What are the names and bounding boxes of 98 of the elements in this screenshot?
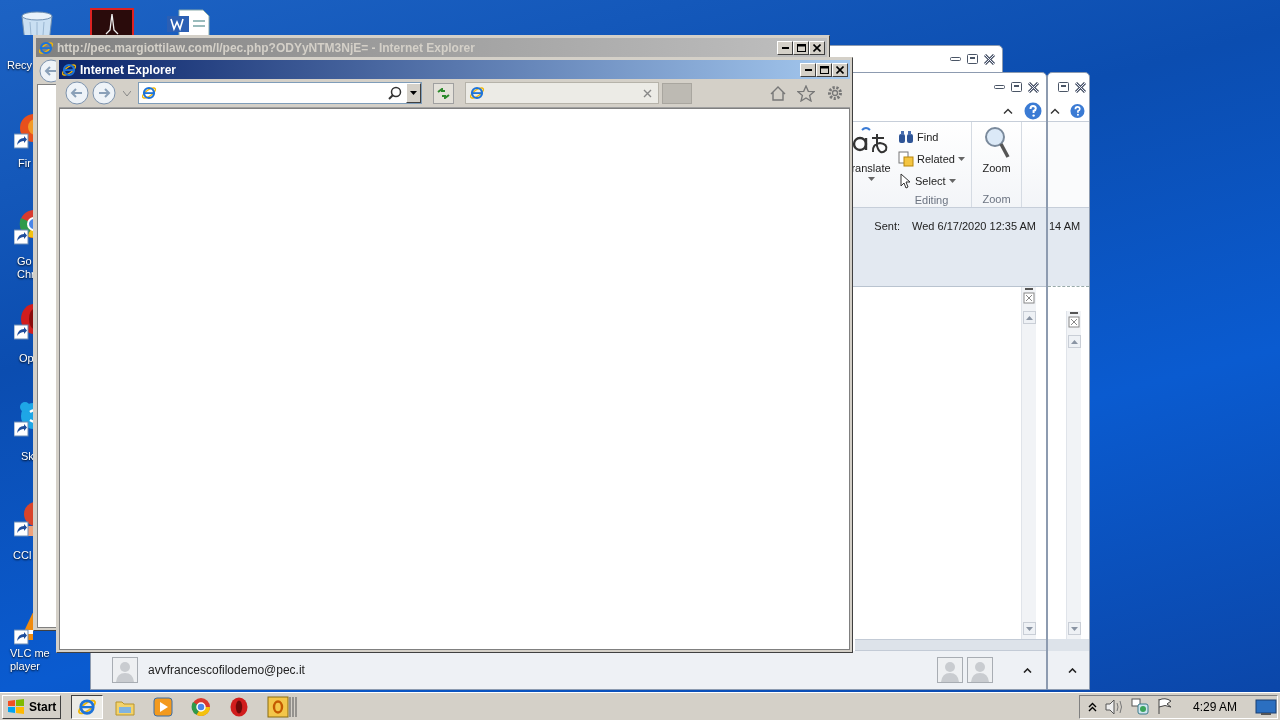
minimize-button[interactable] [800,62,816,77]
page-icon [469,85,485,101]
mail-app-icon [267,694,298,719]
monitor-icon [1255,697,1277,716]
group-label: Editing [913,193,950,208]
help-icon[interactable] [1070,102,1085,120]
icon-label[interactable]: CCl [13,549,32,562]
help-icon[interactable] [1024,102,1042,120]
chevron-icon [1023,667,1032,673]
browser-icon [77,696,98,717]
up-arrow-icon [1025,315,1033,320]
flag-icon[interactable] [1156,698,1173,715]
group-label: Zoom [981,192,1012,207]
close-icon [1027,81,1040,93]
minimize-icon [781,46,789,49]
browser-tab[interactable] [465,82,659,104]
split-view-icon[interactable] [1068,311,1080,331]
maximize-icon [1058,82,1069,92]
favorites-icon[interactable] [797,84,815,102]
maximize-button[interactable] [1008,79,1025,95]
icon-label[interactable]: Fir [18,157,31,170]
up-arrow-icon [1070,339,1078,344]
arrows-icon [437,87,450,99]
find-button[interactable]: Find [896,126,971,148]
maximize-icon [1011,82,1022,92]
close-icon[interactable] [643,88,652,98]
address-field[interactable] [138,82,422,104]
compatibility-button[interactable] [433,82,454,104]
documents-icon [898,151,914,167]
sent-time: 14 AM [1049,220,1081,232]
icon-label[interactable]: Recy [7,59,33,72]
address-dropdown[interactable] [406,83,421,103]
binoculars-icon [898,130,914,144]
browser-icon [38,39,54,56]
close-button[interactable] [1072,79,1089,95]
settings-icon[interactable] [826,84,844,102]
page-icon [141,85,157,101]
select-button[interactable]: Select [896,170,971,192]
chevron-icon [1068,667,1077,673]
sent-label: Sent: [874,219,901,232]
browser-icon [61,61,77,78]
close-button[interactable] [832,62,848,77]
scrollbar[interactable] [1066,311,1081,639]
maximize-icon [819,65,829,74]
scroll-up-button[interactable] [1022,311,1036,324]
play-icon [153,696,174,717]
zoom-button[interactable]: Zoom [972,122,1021,191]
start-button[interactable]: Start [2,694,62,719]
down-arrow-icon [1025,626,1033,631]
minimize-button[interactable] [777,40,793,55]
maximize-button[interactable] [1055,79,1072,95]
close-button[interactable] [1025,79,1042,95]
minimize-icon [994,85,1005,89]
icon-label[interactable]: Go [17,255,32,268]
network-icon[interactable] [1130,698,1149,715]
icon-label[interactable]: Sk [21,450,34,463]
home-icon[interactable] [770,85,786,101]
sender-email[interactable]: avvfrancescofilodemo@pec.it [148,661,305,679]
scroll-down-button[interactable] [1022,622,1036,635]
taskbar-button[interactable] [71,694,104,719]
close-icon [813,43,821,52]
chevron-icon [1002,108,1013,114]
pointer-icon [898,173,912,189]
maximize-icon [796,43,806,52]
scroll-down-button[interactable] [1067,622,1081,635]
pdf-file-icon[interactable] [90,8,134,35]
maximize-icon [967,54,978,64]
scrollbar[interactable] [1021,287,1036,639]
scroll-up-button[interactable] [1067,335,1081,348]
icon-label[interactable]: Op [19,352,34,365]
icon-label[interactable]: player [10,660,40,673]
close-icon [983,53,996,65]
magnifier-icon [983,126,1010,160]
window-title: Internet Explorer [80,61,177,79]
chevron-icon [1087,702,1097,713]
volume-icon[interactable] [1104,698,1123,715]
sent-time: Wed 6/17/2020 12:35 AM [912,219,1036,232]
close-icon [836,65,844,74]
browser-icon [229,696,250,717]
icon-label[interactable]: VLC me [10,647,50,660]
maximize-button[interactable] [793,40,809,55]
caret-icon [410,91,417,95]
search-icon[interactable] [388,86,402,100]
minimize-icon [950,57,961,61]
caret-icon [867,176,875,181]
maximize-button[interactable] [964,51,981,67]
clock[interactable]: 4:29 AM [1180,697,1247,716]
chevron-icon [1050,108,1061,114]
related-button[interactable]: Related [896,148,971,170]
down-arrow-icon [1070,626,1078,631]
close-button[interactable] [809,40,825,55]
close-icon [1074,81,1087,93]
windows-flag-icon [7,698,25,715]
show-desktop-button[interactable] [1255,697,1277,716]
maximize-button[interactable] [816,62,832,77]
split-view-icon[interactable] [1023,287,1035,307]
browser-icon [191,696,212,717]
close-button[interactable] [981,51,998,67]
